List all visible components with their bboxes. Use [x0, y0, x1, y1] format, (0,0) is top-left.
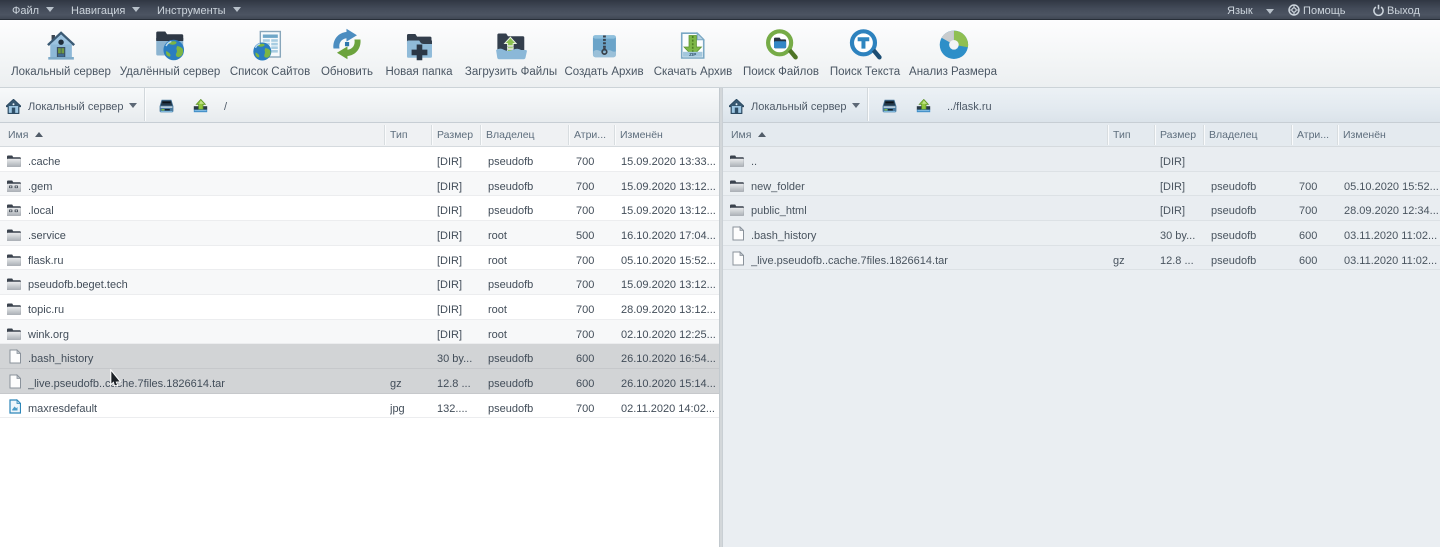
svg-text:ZIP: ZIP: [689, 52, 696, 57]
